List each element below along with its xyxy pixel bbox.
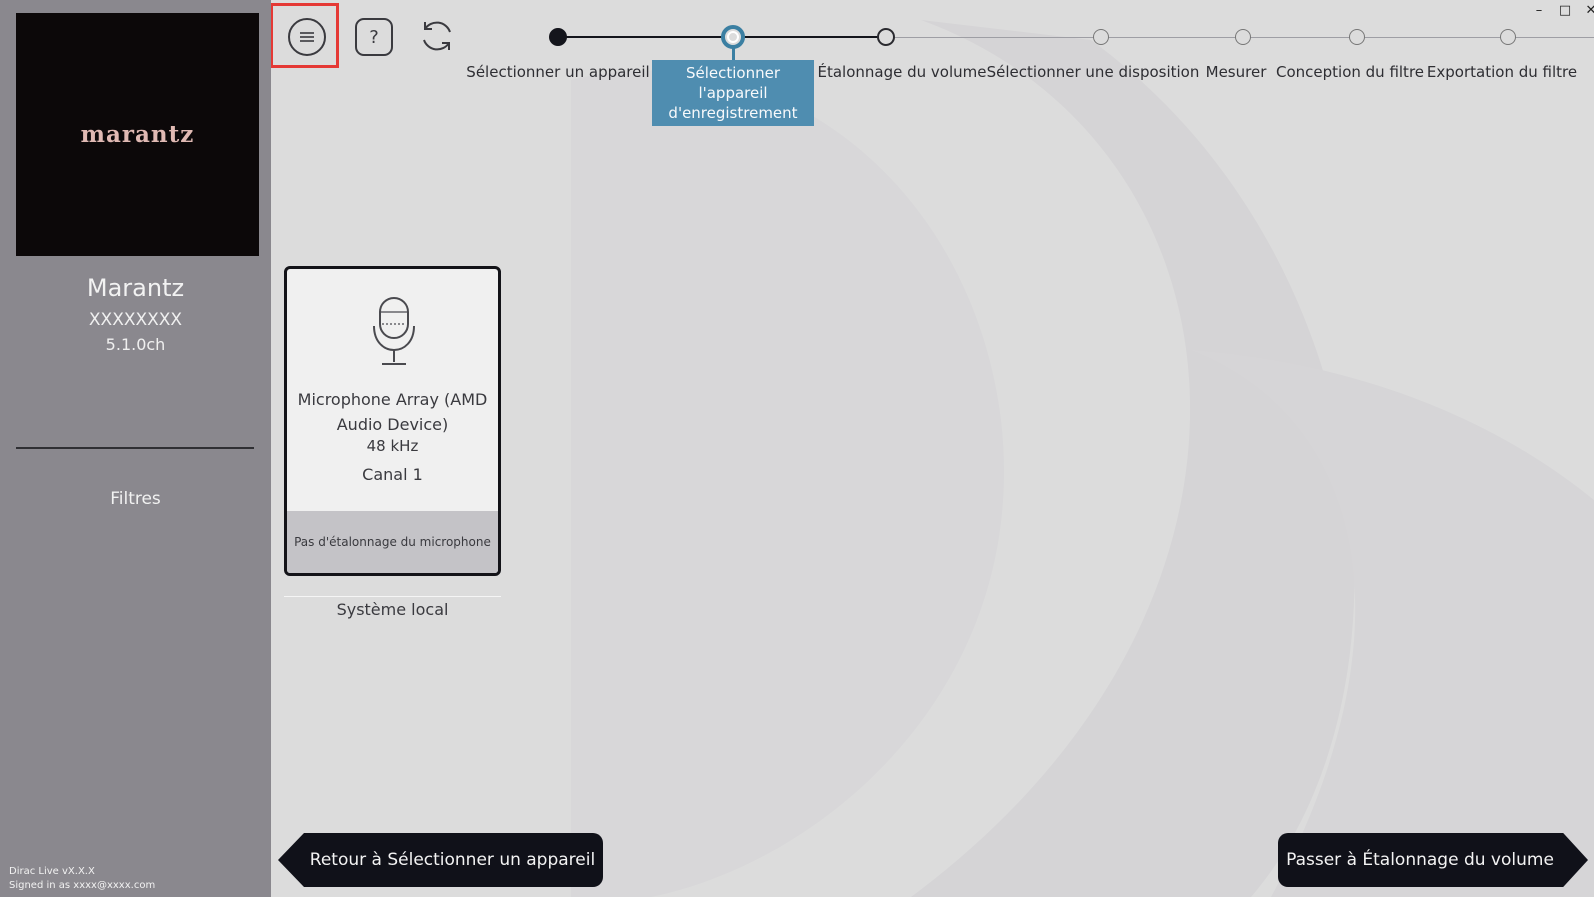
recording-device-channel: Canal 1: [362, 465, 423, 484]
step-label-filter-export[interactable]: Exportation du filtre: [1427, 63, 1577, 81]
step-dot-select-layout[interactable]: [1093, 29, 1109, 45]
recording-device-card[interactable]: Microphone Array (AMD Audio Device) 48 k…: [284, 266, 501, 576]
step-current-stem: [732, 46, 735, 60]
sidebar-divider: [16, 447, 254, 449]
microphone-icon: [373, 297, 415, 365]
step-dot-measure[interactable]: [1235, 29, 1251, 45]
recording-device-sample-rate: 48 kHz: [366, 437, 419, 455]
app-version: Dirac Live vX.X.X: [9, 866, 95, 877]
recording-device-name: Microphone Array (AMD Audio Device): [297, 390, 488, 434]
device-model: XXXXXXXX: [88, 310, 183, 330]
step-dot-filter-design[interactable]: [1349, 29, 1365, 45]
mic-calibration-status[interactable]: Pas d'étalonnage du microphone: [287, 511, 498, 573]
step-dot-filter-export[interactable]: [1500, 29, 1516, 45]
wizard-steps: Sélectionner un appareil Sélectionner l'…: [271, 0, 1594, 126]
step-label-select-recording-device[interactable]: Sélectionner l'appareil d'enregistrement: [652, 60, 814, 126]
step-label-volume-calibration[interactable]: Étalonnage du volume: [818, 63, 987, 81]
sidebar-item-filters[interactable]: Filtres: [0, 489, 271, 509]
main-area: ? – □ ✕ Sélectionner un appareil Sélecti…: [271, 0, 1594, 897]
sidebar: marantz Marantz XXXXXXXX 5.1.0ch Filtres…: [0, 0, 271, 897]
step-label-select-device[interactable]: Sélectionner un appareil: [466, 63, 649, 81]
step-dot-select-device[interactable]: [549, 28, 567, 46]
signed-in-user: Signed in as xxxx@xxxx.com: [9, 880, 156, 891]
step-dot-volume-calibration[interactable]: [877, 28, 895, 46]
step-label-measure[interactable]: Mesurer: [1206, 63, 1267, 81]
step-label-select-layout[interactable]: Sélectionner une disposition: [987, 63, 1200, 81]
next-button[interactable]: Passer à Étalonnage du volume: [1278, 833, 1588, 887]
back-button-label: Retour à Sélectionner un appareil: [309, 850, 596, 870]
device-name: Marantz: [86, 274, 185, 302]
step-label-filter-design[interactable]: Conception du filtre: [1276, 63, 1424, 81]
brand-logo-text: marantz: [80, 121, 195, 148]
local-system-divider: [284, 596, 501, 597]
brand-logo: marantz: [16, 13, 259, 256]
back-button[interactable]: Retour à Sélectionner un appareil: [278, 833, 603, 887]
next-button-label: Passer à Étalonnage du volume: [1286, 850, 1554, 870]
device-channels: 5.1.0ch: [105, 335, 166, 354]
local-system-label: Système local: [336, 600, 449, 619]
